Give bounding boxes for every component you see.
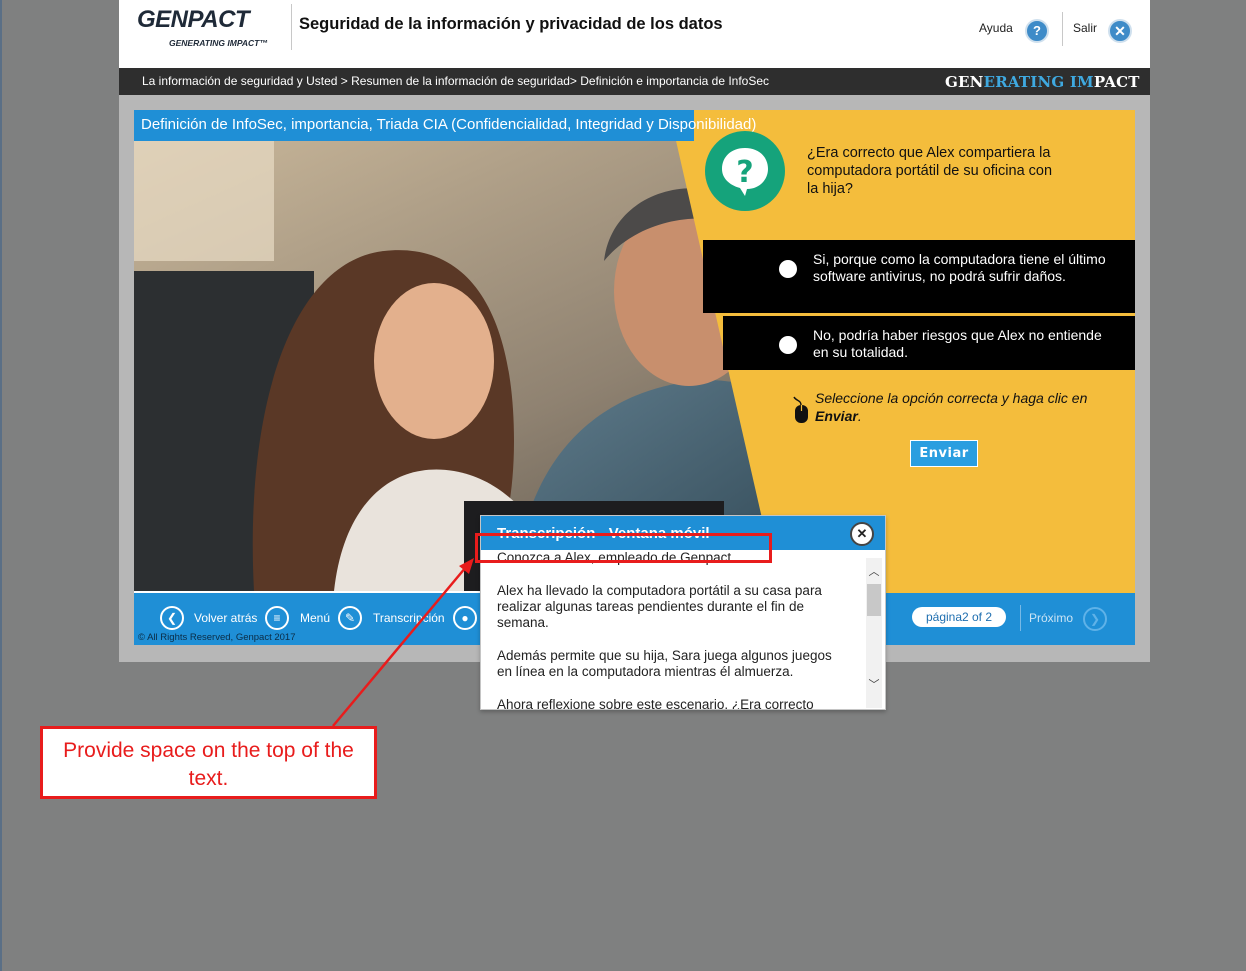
annotation-note: Provide space on the top of the text. [40, 726, 377, 799]
breadcrumb: La información de seguridad y Usted > Re… [142, 74, 770, 88]
scrollbar-thumb[interactable] [867, 584, 881, 616]
audio-icon[interactable]: ● [453, 606, 477, 630]
copyright: © All Rights Reserved, Genpact 2017 [138, 632, 296, 643]
radio-button[interactable] [779, 260, 797, 278]
answer-option-1[interactable]: Si, porque como la computadora tiene el … [703, 240, 1135, 313]
page-indicator: página2 of 2 [912, 607, 1006, 627]
menu-list-icon[interactable]: ≡ [265, 606, 289, 630]
exit-label: Salir [1073, 21, 1098, 35]
logo-tagline: GENERATING IMPACT™ [169, 38, 268, 48]
window-edge [0, 0, 2, 971]
next-arrow-icon[interactable]: ❯ [1083, 607, 1107, 631]
option-label: Si, porque como la computadora tiene el … [813, 251, 1106, 284]
generating-impact-brand: GENERATING IMPACT [945, 73, 1140, 91]
transcript-paragraph: Además permite que su hija, Sara juega a… [497, 648, 832, 679]
header-divider-2 [1062, 12, 1063, 46]
transcript-label[interactable]: Transcripción [373, 611, 445, 625]
svg-text:?: ? [736, 155, 753, 190]
answer-option-2[interactable]: No, podría haber riesgos que Alex no ent… [723, 316, 1135, 370]
course-title: Seguridad de la información y privacidad… [299, 15, 723, 33]
close-icon[interactable]: ✕ [850, 522, 874, 546]
slide-title-bar: Definición de InfoSec, importancia, Tria… [134, 110, 756, 141]
back-label[interactable]: Volver atrás [194, 611, 257, 625]
back-arrow-icon[interactable]: ❮ [160, 606, 184, 630]
chevron-up-icon[interactable]: ︿ [866, 563, 882, 579]
next-label[interactable]: Próximo [1029, 611, 1073, 625]
transcript-paragraph: Alex ha llevado la computadora portátil … [497, 583, 822, 630]
mouse-click-icon [793, 396, 808, 423]
question-mark-icon: ? [1033, 23, 1041, 38]
breadcrumb-bar: La información de seguridad y Usted > Re… [119, 68, 1150, 95]
genpact-logo: GENPACT [137, 6, 250, 33]
submit-button[interactable]: Enviar [910, 440, 978, 467]
help-button[interactable]: ? [1025, 19, 1049, 43]
exit-button[interactable]: ✕ [1108, 19, 1132, 43]
course-header: GENPACT GENERATING IMPACT™ Seguridad de … [119, 0, 1150, 68]
close-icon: ✕ [1114, 23, 1126, 39]
nav-divider [1020, 605, 1021, 631]
annotation-text: Provide space on the top of the text. [63, 739, 354, 790]
instruction-text: Seleccione la opción correcta y haga cli… [815, 390, 1088, 424]
question-bubble-icon: ? [705, 131, 785, 211]
transcript-paragraph: Ahora reflexione sobre este escenario. ¿… [497, 697, 814, 710]
menu-label[interactable]: Menú [300, 611, 330, 625]
question-text: ¿Era correcto que Alex compartiera la co… [807, 145, 1053, 197]
chevron-down-icon[interactable]: ﹀ [866, 676, 882, 692]
radio-button[interactable] [779, 336, 797, 354]
transcript-icon[interactable]: ✎ [338, 606, 362, 630]
option-label: No, podría haber riesgos que Alex no ent… [813, 327, 1102, 360]
help-label: Ayuda [979, 21, 1013, 35]
slide-title: Definición de InfoSec, importancia, Tria… [141, 116, 757, 133]
annotation-highlight-box [475, 533, 772, 563]
header-divider [291, 4, 292, 50]
transcript-text: Conozca a Alex, empleado de Genpact. Ale… [497, 550, 847, 710]
